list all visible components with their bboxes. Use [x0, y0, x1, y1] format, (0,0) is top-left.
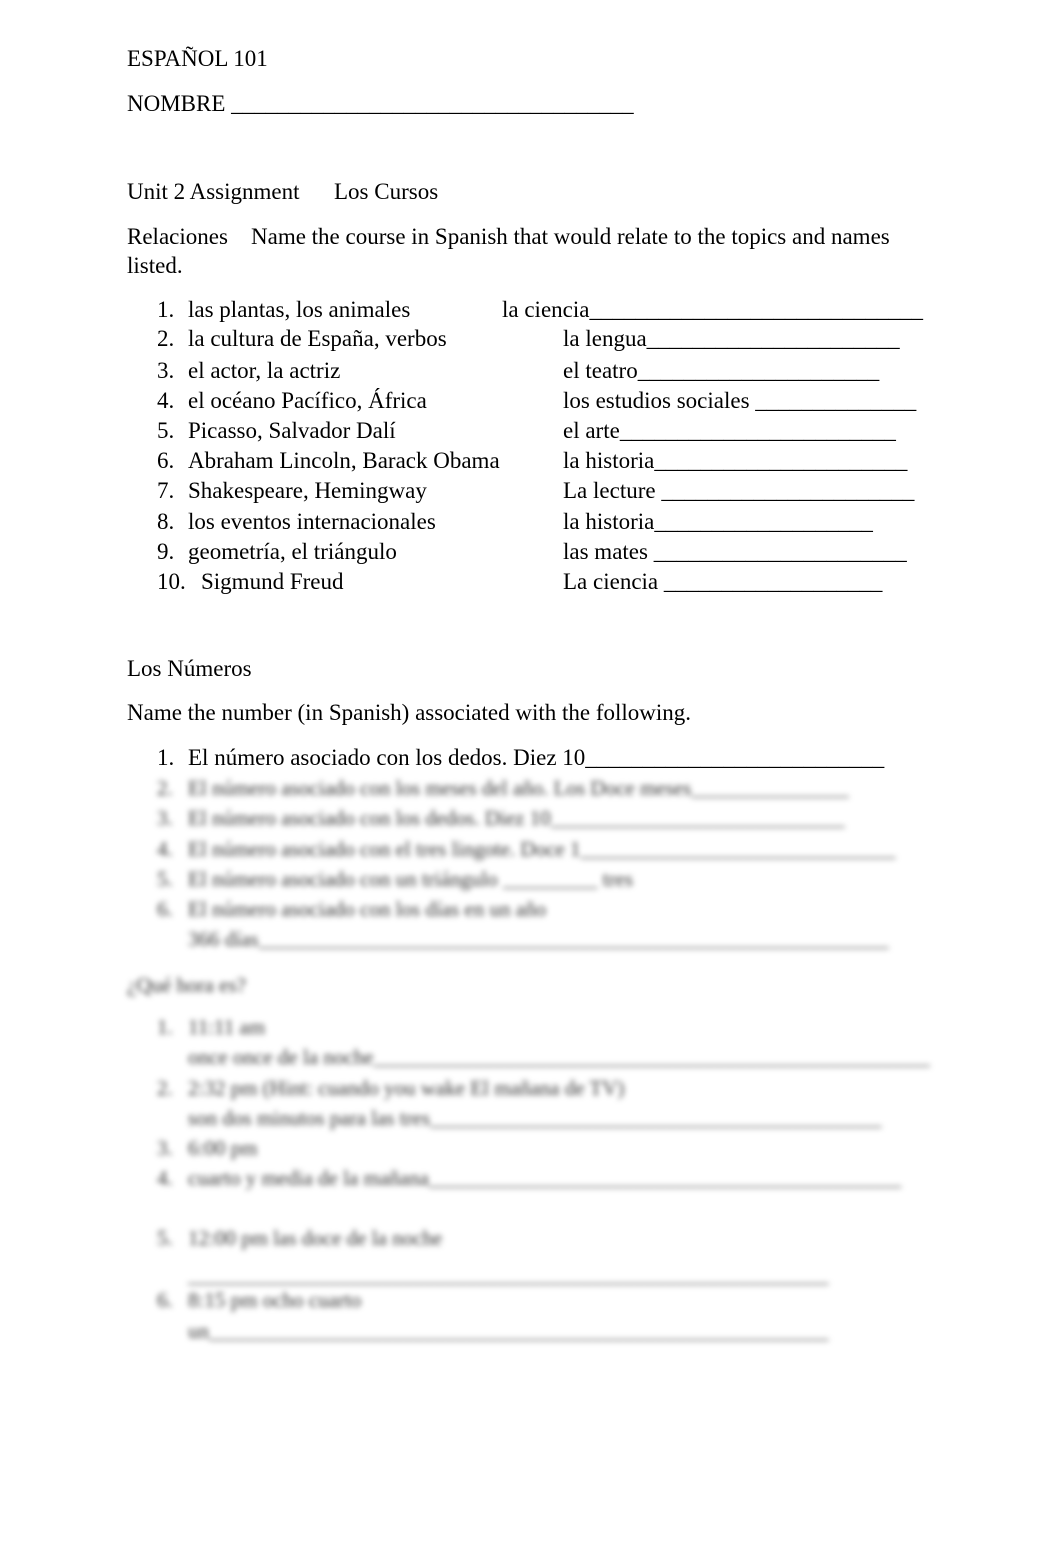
item-topic: el océano Pacífico, África — [188, 388, 427, 413]
blurred-item-number: 6. — [157, 897, 173, 921]
name-field[interactable]: NOMBRE _________________________________… — [127, 91, 634, 117]
item-topic: los eventos internacionales — [188, 509, 436, 534]
blurred-item-text: El número asociado con los dedos. Diez 1… — [188, 806, 845, 830]
blurred-item-text: 366 días________________________________… — [188, 927, 889, 951]
blurred-item-number: 3. — [157, 1136, 173, 1160]
item-number: 1. — [157, 297, 175, 322]
blurred-item-number: 4. — [157, 837, 173, 861]
blurred-item-text: 8:15 pm ocho cuarto — [188, 1288, 362, 1312]
item-answer[interactable]: la lengua______________________ — [563, 326, 900, 352]
item-number: 6. — [157, 448, 175, 473]
blurred-item-text: 11:11 am — [188, 1015, 266, 1039]
item-answer[interactable]: el arte________________________ — [563, 418, 896, 444]
item-number: 10. — [157, 569, 186, 594]
blurred-item-number: 1. — [157, 1015, 173, 1039]
item-topic: Picasso, Salvador Dalí — [188, 418, 396, 443]
item-number: 9. — [157, 539, 175, 564]
item-answer[interactable]: La ciencia ___________________ — [563, 569, 882, 595]
blurred-item-text: ________________________________________… — [188, 1263, 829, 1287]
blurred-item-number: 2. — [157, 1076, 173, 1100]
item-topic: las plantas, los animales — [188, 297, 411, 322]
numeros-title: Los Números — [127, 656, 252, 681]
assignment-subtitle: Los Cursos — [334, 179, 439, 204]
blurred-item-text: El número asociado con los meses del año… — [188, 776, 849, 800]
item-number: 2. — [157, 326, 175, 351]
item-answer[interactable]: los estudios sociales ______________ — [563, 388, 916, 414]
blurred-item-text: 6:00 pm — [188, 1136, 258, 1160]
blurred-item-number: 2. — [157, 776, 173, 800]
item-answer[interactable]: el teatro_____________________ — [563, 358, 879, 384]
relaciones-instructions: Name the course in Spanish that would re… — [251, 224, 890, 249]
blurred-item-text: El número asociado con los días en un añ… — [188, 897, 547, 921]
relaciones-instructions-cont: listed. — [127, 253, 183, 278]
blurred-item-text: cuarto y media de la mañana_____________… — [188, 1166, 902, 1190]
blurred-item-text: son dos minutos para las tres___________… — [188, 1106, 882, 1130]
item-number: 5. — [157, 418, 175, 443]
item-number: 7. — [157, 478, 175, 503]
item-answer[interactable]: las mates ______________________ — [563, 539, 907, 565]
item-number: 8. — [157, 509, 175, 534]
blurred-item-number: 5. — [157, 1226, 173, 1250]
item-number: 4. — [157, 388, 175, 413]
blurred-item-text: un______________________________________… — [188, 1319, 829, 1343]
course-title: ESPAÑOL 101 — [127, 46, 268, 71]
blurred-item-text: once once de la noche___________________… — [188, 1045, 930, 1069]
blurred-item-number: 5. — [157, 867, 173, 891]
item-topic: la cultura de España, verbos — [188, 326, 447, 351]
numeros-item-number: 1. — [157, 745, 175, 770]
relaciones-label: Relaciones — [127, 224, 228, 249]
item-topic: el actor, la actriz — [188, 358, 341, 383]
blurred-item-number: 4. — [157, 1166, 173, 1190]
blurred-item-text: El número asociado con un triángulo ____… — [188, 867, 633, 891]
blurred-item-number: 3. — [157, 806, 173, 830]
assignment-title: Unit 2 Assignment — [127, 179, 300, 204]
hora-title: ¿Qué hora es? — [127, 973, 246, 997]
numeros-item-answer[interactable]: El número asociado con los dedos. Diez 1… — [188, 745, 884, 771]
blurred-item-text: 2:32 pm (Hint: cuando you wake El mañana… — [188, 1076, 625, 1100]
item-answer[interactable]: la historia______________________ — [563, 448, 907, 474]
item-number: 3. — [157, 358, 175, 383]
blurred-item-text: El número asociado con el tres lingote. … — [188, 837, 896, 861]
blurred-item-number: 6. — [157, 1288, 173, 1312]
numeros-instructions: Name the number (in Spanish) associated … — [127, 700, 692, 725]
item-answer[interactable]: la ciencia_____________________________ — [502, 297, 923, 323]
item-topic: Shakespeare, Hemingway — [188, 478, 427, 503]
blurred-item-text: 12:00 pm las doce de la noche — [188, 1226, 443, 1250]
item-topic: Sigmund Freud — [201, 569, 344, 594]
item-answer[interactable]: La lecture ______________________ — [563, 478, 914, 504]
item-answer[interactable]: la historia___________________ — [563, 509, 873, 535]
item-topic: geometría, el triángulo — [188, 539, 397, 564]
item-topic: Abraham Lincoln, Barack Obama — [188, 448, 500, 473]
